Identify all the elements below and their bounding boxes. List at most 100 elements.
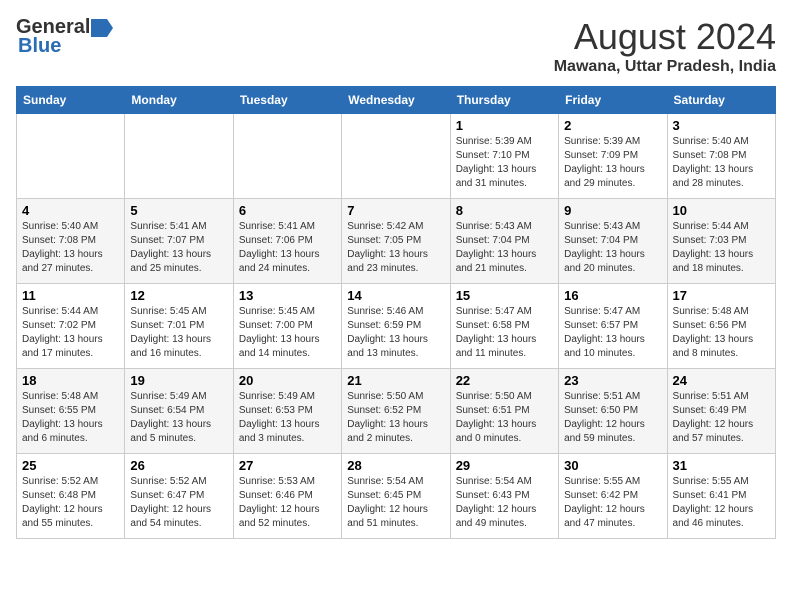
calendar-cell: 7 Sunrise: 5:42 AM Sunset: 7:05 PM Daylig… bbox=[342, 199, 450, 284]
day-info: Sunrise: 5:44 AM Sunset: 7:02 PM Dayligh… bbox=[22, 305, 119, 361]
day-number: 9 bbox=[564, 203, 661, 218]
calendar-cell: 13 Sunrise: 5:45 AM Sunset: 7:00 PM Dayli… bbox=[233, 284, 341, 369]
day-info: Sunrise: 5:39 AM Sunset: 7:10 PM Dayligh… bbox=[456, 135, 553, 191]
calendar-cell: 14 Sunrise: 5:46 AM Sunset: 6:59 PM Dayli… bbox=[342, 284, 450, 369]
day-number: 31 bbox=[673, 458, 770, 473]
day-info: Sunrise: 5:41 AM Sunset: 7:07 PM Dayligh… bbox=[130, 220, 227, 276]
calendar-cell: 6Sunrise: 5:41 AM Sunset: 7:06 PM Daylig… bbox=[233, 199, 341, 284]
day-number: 27 bbox=[239, 458, 336, 473]
day-number: 16 bbox=[564, 288, 661, 303]
day-info: Sunrise: 5:51 AM Sunset: 6:50 PM Dayligh… bbox=[564, 390, 661, 446]
day-info: Sunrise: 5:45 AM Sunset: 7:00 PM Dayligh… bbox=[239, 305, 336, 361]
calendar-header-sunday: Sunday bbox=[17, 87, 125, 114]
day-info: Sunrise: 5:46 AM Sunset: 6:59 PM Dayligh… bbox=[347, 305, 444, 361]
day-info: Sunrise: 5:45 AM Sunset: 7:01 PM Dayligh… bbox=[130, 305, 227, 361]
calendar-cell: 27 Sunrise: 5:53 AM Sunset: 6:46 PM Dayli… bbox=[233, 454, 341, 539]
calendar-week-row: 18 Sunrise: 5:48 AM Sunset: 6:55 PM Dayli… bbox=[17, 369, 776, 454]
day-info: Sunrise: 5:48 AM Sunset: 6:56 PM Dayligh… bbox=[673, 305, 770, 361]
day-info: Sunrise: 5:48 AM Sunset: 6:55 PM Dayligh… bbox=[22, 390, 119, 446]
logo: General Blue bbox=[16, 16, 114, 58]
day-number: 25 bbox=[22, 458, 119, 473]
calendar-week-row: 25 Sunrise: 5:52 AM Sunset: 6:48 PM Dayli… bbox=[17, 454, 776, 539]
day-info: Sunrise: 5:47 AM Sunset: 6:57 PM Dayligh… bbox=[564, 305, 661, 361]
day-info: Sunrise: 5:52 AM Sunset: 6:48 PM Dayligh… bbox=[22, 475, 119, 531]
day-number: 13 bbox=[239, 288, 336, 303]
day-info: Sunrise: 5:39 AM Sunset: 7:09 PM Dayligh… bbox=[564, 135, 661, 191]
calendar-cell: 23 Sunrise: 5:51 AM Sunset: 6:50 PM Dayli… bbox=[559, 369, 667, 454]
calendar-cell: 26 Sunrise: 5:52 AM Sunset: 6:47 PM Dayli… bbox=[125, 454, 233, 539]
day-number: 26 bbox=[130, 458, 227, 473]
calendar-table: SundayMondayTuesdayWednesdayThursdayFrid… bbox=[16, 86, 776, 539]
calendar-week-row: 11 Sunrise: 5:44 AM Sunset: 7:02 PM Dayli… bbox=[17, 284, 776, 369]
calendar-cell: 24Sunrise: 5:51 AM Sunset: 6:49 PM Dayli… bbox=[667, 369, 775, 454]
day-info: Sunrise: 5:40 AM Sunset: 7:08 PM Dayligh… bbox=[673, 135, 770, 191]
calendar-cell: 4Sunrise: 5:40 AM Sunset: 7:08 PM Daylig… bbox=[17, 199, 125, 284]
calendar-cell: 17Sunrise: 5:48 AM Sunset: 6:56 PM Dayli… bbox=[667, 284, 775, 369]
day-info: Sunrise: 5:50 AM Sunset: 6:52 PM Dayligh… bbox=[347, 390, 444, 446]
calendar-cell: 11 Sunrise: 5:44 AM Sunset: 7:02 PM Dayli… bbox=[17, 284, 125, 369]
day-info: Sunrise: 5:54 AM Sunset: 6:43 PM Dayligh… bbox=[456, 475, 553, 531]
calendar-cell: 30 Sunrise: 5:55 AM Sunset: 6:42 PM Dayli… bbox=[559, 454, 667, 539]
day-number: 30 bbox=[564, 458, 661, 473]
day-info: Sunrise: 5:55 AM Sunset: 6:41 PM Dayligh… bbox=[673, 475, 770, 531]
calendar-week-row: 4Sunrise: 5:40 AM Sunset: 7:08 PM Daylig… bbox=[17, 199, 776, 284]
day-info: Sunrise: 5:49 AM Sunset: 6:53 PM Dayligh… bbox=[239, 390, 336, 446]
calendar-cell: 9 Sunrise: 5:43 AM Sunset: 7:04 PM Daylig… bbox=[559, 199, 667, 284]
day-number: 14 bbox=[347, 288, 444, 303]
calendar-cell: 20Sunrise: 5:49 AM Sunset: 6:53 PM Dayli… bbox=[233, 369, 341, 454]
calendar-cell: 29 Sunrise: 5:54 AM Sunset: 6:43 PM Dayli… bbox=[450, 454, 558, 539]
calendar-cell: 5 Sunrise: 5:41 AM Sunset: 7:07 PM Daylig… bbox=[125, 199, 233, 284]
calendar-cell: 28 Sunrise: 5:54 AM Sunset: 6:45 PM Dayli… bbox=[342, 454, 450, 539]
calendar-header-friday: Friday bbox=[559, 87, 667, 114]
calendar-header-wednesday: Wednesday bbox=[342, 87, 450, 114]
calendar-cell: 3 Sunrise: 5:40 AM Sunset: 7:08 PM Daylig… bbox=[667, 114, 775, 199]
calendar-header-thursday: Thursday bbox=[450, 87, 558, 114]
day-info: Sunrise: 5:55 AM Sunset: 6:42 PM Dayligh… bbox=[564, 475, 661, 531]
day-number: 8 bbox=[456, 203, 553, 218]
day-info: Sunrise: 5:43 AM Sunset: 7:04 PM Dayligh… bbox=[456, 220, 553, 276]
logo-blue: Blue bbox=[18, 35, 61, 58]
day-info: Sunrise: 5:52 AM Sunset: 6:47 PM Dayligh… bbox=[130, 475, 227, 531]
day-info: Sunrise: 5:43 AM Sunset: 7:04 PM Dayligh… bbox=[564, 220, 661, 276]
calendar-cell: 2Sunrise: 5:39 AM Sunset: 7:09 PM Daylig… bbox=[559, 114, 667, 199]
calendar-cell: 25 Sunrise: 5:52 AM Sunset: 6:48 PM Dayli… bbox=[17, 454, 125, 539]
calendar-cell: 12 Sunrise: 5:45 AM Sunset: 7:01 PM Dayli… bbox=[125, 284, 233, 369]
calendar-header-row: SundayMondayTuesdayWednesdayThursdayFrid… bbox=[17, 87, 776, 114]
day-number: 23 bbox=[564, 373, 661, 388]
calendar-cell bbox=[233, 114, 341, 199]
calendar-cell: 8 Sunrise: 5:43 AM Sunset: 7:04 PM Daylig… bbox=[450, 199, 558, 284]
calendar-cell bbox=[17, 114, 125, 199]
day-info: Sunrise: 5:53 AM Sunset: 6:46 PM Dayligh… bbox=[239, 475, 336, 531]
day-number: 5 bbox=[130, 203, 227, 218]
day-number: 21 bbox=[347, 373, 444, 388]
day-number: 18 bbox=[22, 373, 119, 388]
day-number: 7 bbox=[347, 203, 444, 218]
day-info: Sunrise: 5:42 AM Sunset: 7:05 PM Dayligh… bbox=[347, 220, 444, 276]
calendar-header-monday: Monday bbox=[125, 87, 233, 114]
day-number: 4 bbox=[22, 203, 119, 218]
header: General Blue August 2024 Mawana, Uttar P… bbox=[16, 16, 776, 76]
calendar-cell: 1 Sunrise: 5:39 AM Sunset: 7:10 PM Daylig… bbox=[450, 114, 558, 199]
calendar-header-saturday: Saturday bbox=[667, 87, 775, 114]
day-info: Sunrise: 5:47 AM Sunset: 6:58 PM Dayligh… bbox=[456, 305, 553, 361]
day-number: 10 bbox=[673, 203, 770, 218]
day-number: 29 bbox=[456, 458, 553, 473]
day-number: 22 bbox=[456, 373, 553, 388]
day-number: 28 bbox=[347, 458, 444, 473]
day-info: Sunrise: 5:54 AM Sunset: 6:45 PM Dayligh… bbox=[347, 475, 444, 531]
day-number: 12 bbox=[130, 288, 227, 303]
calendar-cell: 22 Sunrise: 5:50 AM Sunset: 6:51 PM Dayli… bbox=[450, 369, 558, 454]
day-number: 3 bbox=[673, 118, 770, 133]
calendar-cell: 21 Sunrise: 5:50 AM Sunset: 6:52 PM Dayli… bbox=[342, 369, 450, 454]
calendar-cell: 18 Sunrise: 5:48 AM Sunset: 6:55 PM Dayli… bbox=[17, 369, 125, 454]
day-number: 11 bbox=[22, 288, 119, 303]
calendar-cell: 31 Sunrise: 5:55 AM Sunset: 6:41 PM Dayli… bbox=[667, 454, 775, 539]
day-info: Sunrise: 5:51 AM Sunset: 6:49 PM Dayligh… bbox=[673, 390, 770, 446]
subtitle: Mawana, Uttar Pradesh, India bbox=[554, 58, 776, 76]
calendar-cell: 19Sunrise: 5:49 AM Sunset: 6:54 PM Dayli… bbox=[125, 369, 233, 454]
calendar-cell: 10Sunrise: 5:44 AM Sunset: 7:03 PM Dayli… bbox=[667, 199, 775, 284]
calendar-cell bbox=[125, 114, 233, 199]
day-number: 1 bbox=[456, 118, 553, 133]
day-info: Sunrise: 5:50 AM Sunset: 6:51 PM Dayligh… bbox=[456, 390, 553, 446]
day-number: 15 bbox=[456, 288, 553, 303]
